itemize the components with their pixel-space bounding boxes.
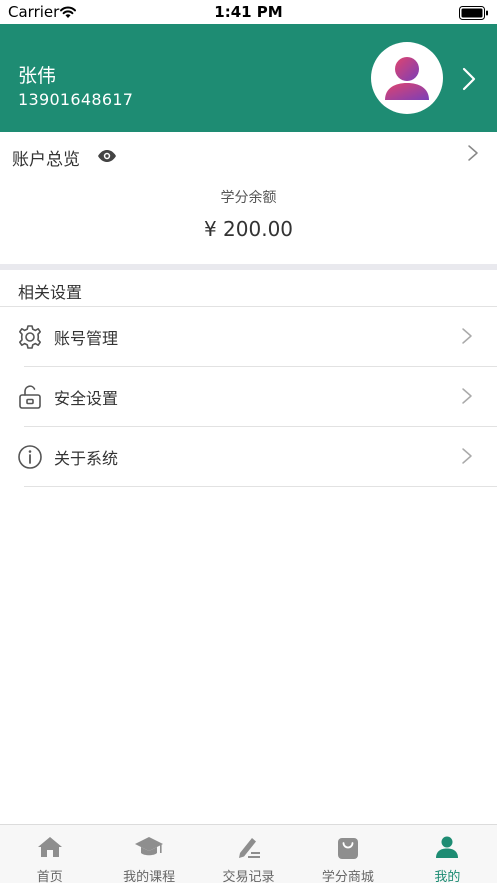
user-avatar-icon: [385, 57, 429, 100]
menu-item-label: 安全设置: [54, 389, 119, 408]
tab-label: 交易记录: [222, 870, 275, 883]
tab-transactions[interactable]: 交易记录: [199, 825, 298, 883]
battery-icon: [459, 5, 489, 24]
eye-icon[interactable]: [97, 148, 117, 167]
account-overview[interactable]: 账户总览 学分余额 ¥ 200.00: [0, 132, 497, 264]
divider: [24, 486, 497, 487]
menu-item-label: 关于系统: [54, 449, 119, 468]
tab-label: 我的: [434, 870, 461, 883]
shopping-bag-icon: [336, 835, 360, 865]
menu-item-account-management[interactable]: 账号管理: [0, 307, 497, 367]
profile-header[interactable]: 张伟 13901648617: [0, 24, 497, 132]
chevron-right-icon: [461, 447, 473, 469]
settings-header: 相关设置: [0, 270, 497, 307]
settings-title: 相关设置: [18, 283, 83, 302]
tab-credit-mall[interactable]: 学分商城: [298, 825, 397, 883]
balance-label: 学分余额: [220, 190, 277, 206]
gear-icon: [17, 324, 43, 354]
profile-phone: 13901648617: [18, 90, 134, 109]
chevron-right-icon[interactable]: [467, 144, 479, 166]
balance-value: ¥ 200.00: [203, 217, 294, 241]
chevron-right-icon: [461, 387, 473, 409]
tab-bar: 首页 我的课程 交易记录 学分商城 我的: [0, 824, 497, 883]
lock-icon: [17, 384, 43, 414]
tab-home[interactable]: 首页: [0, 825, 99, 883]
info-icon: [17, 444, 43, 474]
status-bar: Carrier 1:41 PM: [0, 0, 497, 24]
account-overview-title: 账户总览: [12, 150, 80, 170]
menu-item-security-settings[interactable]: 安全设置: [0, 367, 497, 427]
tab-me[interactable]: 我的: [398, 825, 497, 883]
tab-label: 首页: [36, 870, 63, 883]
profile-name: 张伟: [18, 65, 57, 87]
tab-label: 学分商城: [321, 870, 374, 883]
graduation-cap-icon: [134, 835, 164, 863]
home-icon: [37, 835, 63, 863]
avatar[interactable]: [371, 42, 443, 114]
chevron-right-icon: [461, 327, 473, 349]
chevron-right-icon[interactable]: [460, 66, 478, 96]
tab-my-courses[interactable]: 我的课程: [99, 825, 198, 883]
menu-item-label: 账号管理: [54, 329, 119, 348]
pencil-icon: [236, 835, 262, 865]
user-icon: [435, 835, 459, 863]
menu-item-about-system[interactable]: 关于系统: [0, 427, 497, 487]
tab-label: 我的课程: [123, 870, 176, 883]
status-time: 1:41 PM: [214, 3, 283, 21]
